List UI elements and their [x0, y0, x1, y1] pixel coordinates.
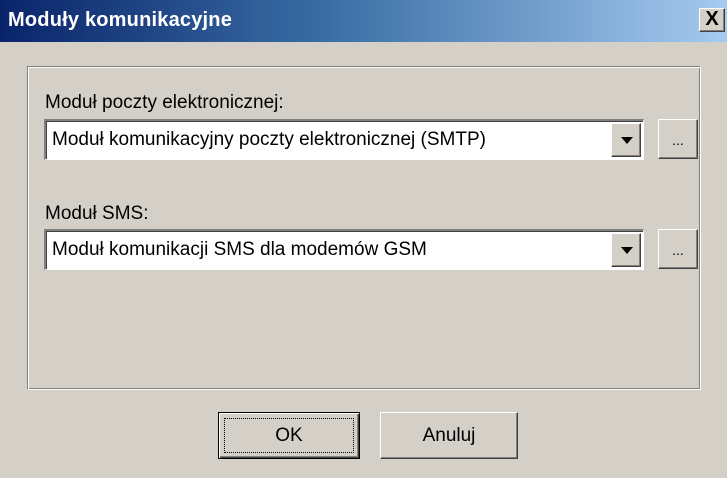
close-icon: X — [705, 8, 719, 30]
ok-button[interactable]: OK — [218, 412, 360, 459]
email-module-browse-button[interactable]: ... — [658, 119, 698, 159]
email-module-label: Moduł poczty elektronicznej: — [45, 92, 284, 113]
cancel-button[interactable]: Anuluj — [380, 412, 518, 459]
ok-button-label: OK — [275, 425, 303, 446]
chevron-down-icon — [621, 137, 633, 144]
sms-dropdown-button[interactable] — [611, 233, 641, 267]
sms-module-select[interactable]: Moduł komunikacji SMS dla modemów GSM — [44, 229, 644, 270]
title-bar[interactable]: Moduły komunikacyjne X — [0, 0, 727, 42]
dialog-window: Moduły komunikacyjne X Moduł poczty elek… — [0, 0, 727, 478]
email-module-select[interactable]: Moduł komunikacyjny poczty elektroniczne… — [44, 119, 644, 160]
sms-module-browse-button[interactable]: ... — [658, 229, 698, 269]
cancel-button-label: Anuluj — [422, 425, 476, 446]
chevron-down-icon — [621, 247, 633, 254]
email-module-value: Moduł komunikacyjny poczty elektroniczne… — [52, 129, 486, 150]
close-button[interactable]: X — [699, 8, 725, 32]
sms-module-label: Moduł SMS: — [45, 203, 149, 224]
sms-module-value: Moduł komunikacji SMS dla modemów GSM — [52, 239, 427, 260]
email-dropdown-button[interactable] — [611, 123, 641, 157]
modules-group — [27, 66, 701, 390]
window-title: Moduły komunikacyjne — [8, 9, 233, 31]
